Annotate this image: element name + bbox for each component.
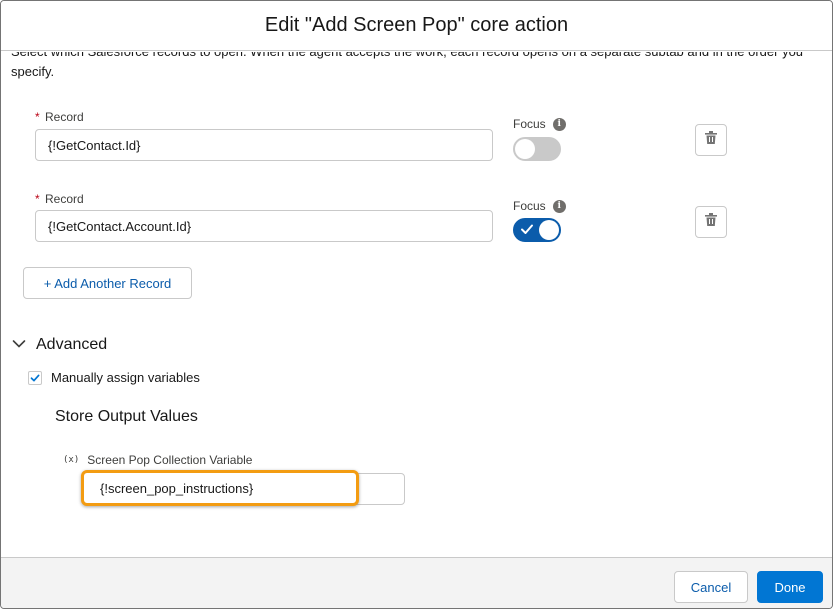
modal: Edit "Add Screen Pop" core action Select… [0,0,833,609]
record-1-focus-label: Focus i [513,117,566,131]
record-label-text: Record [45,192,84,206]
modal-footer: Cancel Done [1,557,832,608]
focus-label-text: Focus [513,199,546,213]
manual-assign-row[interactable]: Manually assign variables [28,370,200,385]
info-icon[interactable]: i [552,199,566,213]
manual-assign-label: Manually assign variables [51,370,200,385]
add-another-record-button[interactable]: + Add Another Record [23,267,192,299]
checkmark-icon [30,374,40,381]
info-icon[interactable]: i [552,117,566,131]
checkmark-icon [520,222,534,241]
record-label-text: Record [45,110,84,124]
manual-assign-checkbox[interactable] [28,370,42,385]
modal-title: Edit "Add Screen Pop" core action [264,14,569,36]
record-2-focus-toggle[interactable] [513,218,561,242]
toggle-knob [515,139,535,159]
trash-icon [705,131,717,149]
required-marker: * [35,192,40,206]
trash-icon [705,213,717,231]
advanced-section-toggle[interactable]: Advanced [12,336,107,354]
collection-variable-label-text: Screen Pop Collection Variable [87,453,253,467]
focus-label-text: Focus [513,117,546,131]
modal-body[interactable]: Select which Salesforce records to open.… [1,52,832,557]
record-1-focus-toggle[interactable] [513,137,561,161]
record-2-input[interactable]: {!GetContact.Account.Id} [35,210,493,242]
done-button[interactable]: Done [757,571,823,603]
toggle-knob [539,220,559,240]
variable-icon: (x) [63,455,80,465]
collection-variable-label: (x) Screen Pop Collection Variable [63,453,252,467]
advanced-section-title: Advanced [36,336,108,353]
store-output-title: Store Output Values [55,408,198,425]
delete-record-1-button[interactable] [695,124,727,156]
record-2-focus-label: Focus i [513,199,566,213]
record-1-label: * Record [35,110,84,124]
collection-variable-input[interactable]: {!screen_pop_instructions} [81,470,359,506]
delete-record-2-button[interactable] [695,206,727,238]
modal-header: Edit "Add Screen Pop" core action [1,1,832,51]
scrollbar[interactable] [825,52,832,557]
record-2-label: * Record [35,192,84,206]
intro-text: Select which Salesforce records to open.… [11,52,803,79]
required-marker: * [35,110,40,124]
record-1-input[interactable]: {!GetContact.Id} [35,129,493,161]
cancel-button[interactable]: Cancel [674,571,748,603]
chevron-down-icon [12,336,26,354]
